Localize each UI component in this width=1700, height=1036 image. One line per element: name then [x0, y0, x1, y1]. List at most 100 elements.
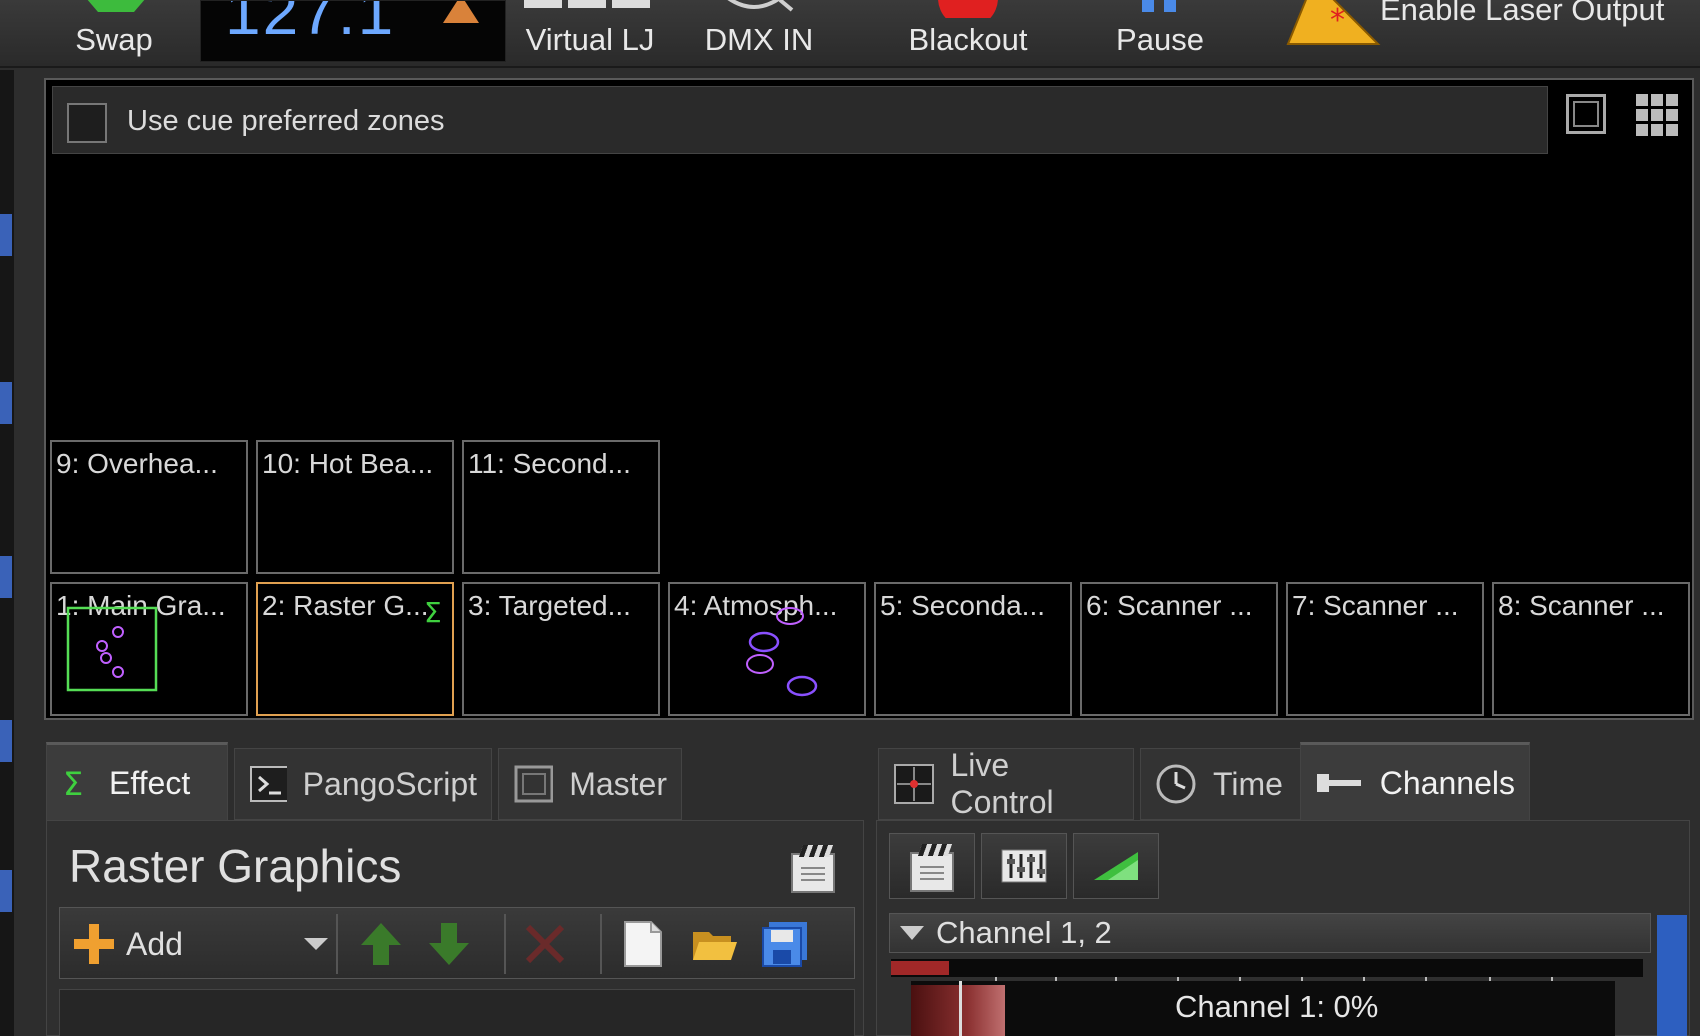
zone-preview — [746, 607, 818, 697]
zone-tile-7[interactable]: 7: Scanner ... — [1286, 582, 1484, 716]
tab-master[interactable]: Master — [498, 748, 682, 820]
zone-tile-11[interactable]: 11: Second... — [462, 440, 660, 574]
tab-effect[interactable]: Σ Effect — [46, 742, 228, 822]
left-edge-panel — [0, 70, 14, 1036]
swap-arrow-icon — [87, 0, 145, 12]
left-edge-marker — [0, 870, 12, 912]
add-label: Add — [126, 925, 183, 962]
tab-time[interactable]: Time — [1140, 748, 1308, 820]
zone-tile-6[interactable]: 6: Scanner ... — [1080, 582, 1278, 716]
save-button[interactable] — [760, 918, 810, 970]
left-edge-marker — [0, 382, 12, 424]
tab-pangoscript[interactable]: PangoScript — [234, 748, 492, 820]
enable-laser-output-button[interactable]: * Enable Laser Output — [1286, 0, 1686, 60]
zone-tile-9[interactable]: 9: Overhea... — [50, 440, 248, 574]
metronome-icon — [443, 1, 479, 23]
tab-label: Channels — [1379, 764, 1515, 801]
blackout-button[interactable]: Blackout — [900, 0, 1036, 66]
close-icon — [525, 924, 565, 964]
zone-tile-10[interactable]: 10: Hot Bea... — [256, 440, 454, 574]
left-edge-marker — [0, 720, 12, 762]
channel-group-marker — [891, 961, 949, 975]
svg-text:Σ: Σ — [63, 765, 83, 801]
single-view-icon[interactable] — [1566, 94, 1606, 134]
channel-1-value: Channel 1: 0% — [1175, 989, 1379, 1024]
effect-list[interactable] — [59, 989, 855, 1036]
move-up-button[interactable] — [356, 918, 406, 970]
zone-tile-4[interactable]: 4: Atmosph... — [668, 582, 866, 716]
bpm-value: 127.1 — [225, 0, 396, 48]
script-icon — [250, 766, 287, 802]
svg-text:*: * — [1330, 3, 1345, 38]
new-file-button[interactable] — [618, 918, 668, 970]
move-down-button[interactable] — [424, 918, 474, 970]
chevron-down-icon — [900, 926, 924, 940]
channel-slider-handle[interactable] — [959, 981, 962, 1036]
mixer-icon — [1001, 849, 1047, 883]
tab-label: Effect — [109, 764, 191, 801]
zone-label: 6: Scanner ... — [1086, 590, 1253, 621]
ramp-button[interactable] — [1073, 833, 1159, 899]
live-control-icon — [894, 764, 934, 804]
tab-label: Time — [1213, 765, 1283, 802]
dmx-in-button[interactable]: DMX IN — [692, 0, 826, 66]
virtual-lj-button[interactable]: Virtual LJ — [520, 0, 660, 66]
top-toolbar: Swap 127.1 Virtual LJ DMX IN Blackout Pa… — [0, 0, 1700, 68]
add-effect-button[interactable]: Add — [72, 918, 183, 970]
tab-label: Live Control — [950, 747, 1054, 820]
blackout-icon — [938, 0, 998, 18]
tab-channels[interactable]: Channels — [1300, 742, 1530, 822]
zone-tile-8[interactable]: 8: Scanner ... — [1492, 582, 1690, 716]
bpm-display[interactable]: 127.1 — [200, 0, 506, 62]
left-tab-bar: Σ Effect PangoScript Master — [46, 742, 866, 822]
channels-icon — [1317, 774, 1361, 792]
zone-tile-3[interactable]: 3: Targeted... — [462, 582, 660, 716]
channel-group-track — [891, 959, 1643, 977]
zone-label: 8: Scanner ... — [1498, 590, 1665, 621]
open-folder-button[interactable] — [690, 918, 740, 970]
zone-label: 9: Overhea... — [56, 448, 218, 479]
sigma-icon: Σ — [424, 596, 442, 626]
pause-icon — [1142, 0, 1176, 12]
pause-label: Pause — [1116, 22, 1204, 57]
tab-label: Master — [569, 765, 667, 802]
channel-group-header[interactable]: Channel 1, 2 — [889, 913, 1651, 953]
zone-label: 2: Raster G... — [262, 590, 429, 621]
svg-text:Σ: Σ — [424, 596, 442, 626]
sigma-icon: Σ — [63, 765, 83, 801]
enable-laser-label: Enable Laser Output — [1380, 0, 1665, 27]
toolbar-divider — [504, 914, 506, 974]
effect-panel: Raster Graphics Add — [46, 820, 864, 1036]
zone-label: 11: Second... — [468, 448, 631, 479]
channel-1-slider[interactable]: Channel 1: 0% — [911, 981, 1615, 1036]
use-cue-preferred-zones-checkbox[interactable] — [67, 103, 107, 143]
delete-button[interactable] — [520, 918, 570, 970]
arrow-up-icon — [361, 923, 401, 965]
clapperboard-button[interactable] — [889, 833, 975, 899]
plus-icon — [72, 922, 116, 966]
mixer-button[interactable] — [981, 833, 1067, 899]
vertical-scrollbar[interactable] — [1657, 915, 1687, 1036]
arrow-down-icon — [429, 923, 469, 965]
left-edge-marker — [0, 556, 12, 598]
cue-preferred-zones-bar: Use cue preferred zones — [52, 86, 1548, 154]
swap-button[interactable]: Swap — [60, 0, 168, 66]
tab-live-control[interactable]: Live Control — [878, 747, 1134, 820]
channel-group-label: Channel 1, 2 — [936, 915, 1112, 950]
zone-tile-2[interactable]: 2: Raster G... Σ — [256, 582, 454, 716]
zones-panel: Use cue preferred zones 9: Overhea... 10… — [44, 78, 1694, 720]
toolbar-divider — [336, 914, 338, 974]
master-icon — [514, 765, 554, 803]
clapperboard-icon[interactable] — [791, 853, 835, 893]
pause-button[interactable]: Pause — [1108, 0, 1212, 66]
zone-tile-5[interactable]: 5: Seconda... — [874, 582, 1072, 716]
swap-label: Swap — [75, 22, 153, 57]
channel-slider-fill — [911, 985, 1005, 1036]
clapperboard-icon — [910, 852, 954, 892]
right-tab-bar: Live Control Time Channels — [876, 742, 1696, 822]
effect-toolbar: Add — [59, 907, 855, 979]
blackout-label: Blackout — [908, 22, 1028, 57]
zone-tile-1[interactable]: 1: Main Gra... — [50, 582, 248, 716]
chevron-down-icon[interactable] — [304, 938, 328, 950]
grid-view-icon[interactable] — [1636, 94, 1678, 136]
